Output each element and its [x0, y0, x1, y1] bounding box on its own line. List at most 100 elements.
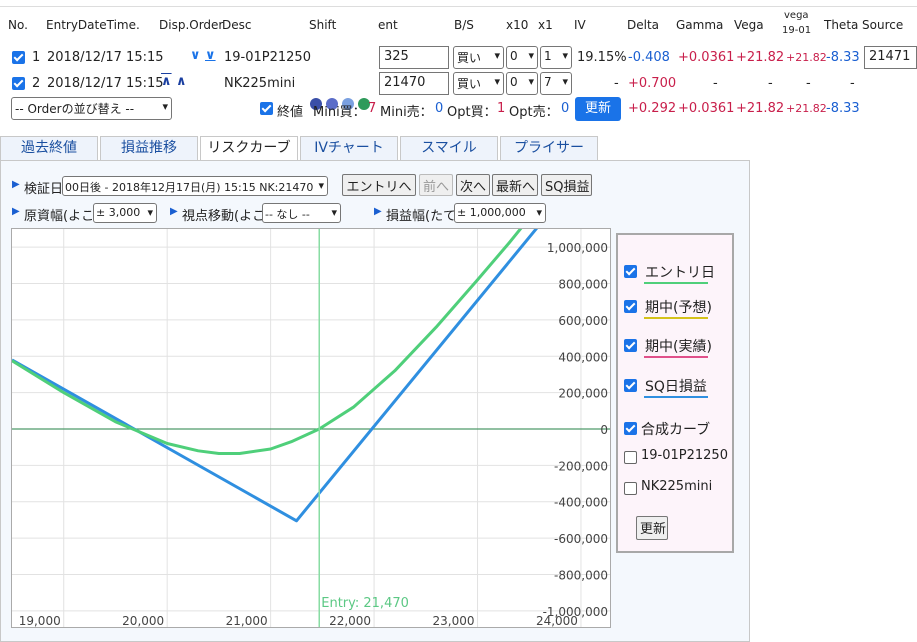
x-tick-label: 19,000: [19, 614, 61, 628]
row-vega: +21.82: [736, 50, 785, 65]
header-iv: IV: [574, 18, 586, 32]
series-line-0: [12, 229, 538, 523]
mini-sell-count: 0: [435, 101, 444, 116]
legend-color-underline: [644, 317, 708, 319]
legend-update-button[interactable]: 更新: [636, 516, 668, 540]
play-icon: ▶: [374, 206, 382, 217]
legend-checkbox[interactable]: [624, 300, 637, 313]
y-tick-label: 200,000: [558, 387, 608, 401]
header-source: Source: [862, 18, 904, 32]
tab-smile[interactable]: スマイル: [400, 136, 498, 160]
header-x1: x1: [538, 18, 553, 32]
legend-color-underline: [644, 356, 708, 358]
latest-button[interactable]: 最新へ: [492, 174, 538, 196]
legend-checkbox[interactable]: [624, 339, 637, 352]
header-gamma: Gamma: [676, 18, 724, 32]
y-tick-label: 0: [600, 423, 608, 437]
tab-risk-curve[interactable]: リスクカーブ: [200, 136, 298, 161]
row-delta: -0.408: [628, 50, 670, 65]
legend-checkbox[interactable]: [624, 451, 637, 464]
row-vega: -: [768, 76, 773, 91]
close-price-checkbox[interactable]: [260, 102, 273, 115]
sum-vega: +21.82: [736, 101, 785, 116]
y-tick-label: 600,000: [558, 314, 608, 328]
move-up-icon[interactable]: ∧: [176, 74, 187, 89]
y-tick-label: -800,000: [554, 568, 608, 582]
row-theta: -: [850, 76, 855, 91]
pl-range-select[interactable]: ± 1,000,000: [454, 203, 546, 223]
row-gamma: +0.0361: [678, 50, 735, 65]
header-divider: [0, 6, 917, 7]
view-shift-select[interactable]: -- なし --: [262, 203, 341, 223]
bs-select[interactable]: 買い: [453, 72, 504, 95]
x1-select[interactable]: 7: [540, 72, 572, 95]
legend-label: SQ日損益: [645, 379, 707, 395]
tab-pl-trend[interactable]: 損益推移: [100, 136, 198, 160]
row-datetime: 2018/12/17 15:15: [47, 50, 164, 65]
tab-past-close[interactable]: 過去終値: [0, 136, 98, 160]
sum-vega2: +21.82: [786, 102, 827, 115]
header-shift: Shift: [309, 18, 337, 32]
ent-input[interactable]: 325: [379, 46, 449, 69]
underlying-range-select[interactable]: ± 3,000: [93, 203, 157, 223]
row-delta: +0.700: [628, 76, 677, 91]
legend-checkbox[interactable]: [624, 482, 637, 495]
header-bs: B/S: [454, 18, 474, 32]
move-bottom-icon[interactable]: ∨: [205, 48, 216, 63]
legend-checkbox[interactable]: [624, 422, 637, 435]
entry-label: Entry: 21,470: [321, 596, 409, 611]
risk-curve-chart[interactable]: 1,000,000 800,000 600,000 400,000 200,000 0 -2…: [11, 228, 611, 628]
play-icon: ▶: [12, 179, 20, 190]
opt-sell-count: 0: [561, 101, 570, 116]
table-row: 2 2018/12/17 15:15 ∧ ∧ NK225mini 21470 買…: [0, 71, 917, 97]
prev-button[interactable]: 前へ: [419, 174, 453, 196]
row-checkbox[interactable]: [12, 51, 25, 64]
order-sort-select[interactable]: -- Orderの並び替え --: [11, 97, 172, 120]
next-button[interactable]: 次へ: [456, 174, 490, 196]
verify-date-select[interactable]: 00日後 - 2018年12月17日(月) 15:15 NK:21470: [62, 176, 328, 196]
row-iv: -: [614, 76, 619, 91]
entry-button[interactable]: エントリへ: [342, 174, 416, 196]
x10-select[interactable]: 0: [506, 46, 538, 69]
legend-label: 期中(実績): [645, 339, 712, 355]
tab-pricer[interactable]: プライサー: [500, 136, 598, 160]
ent-input[interactable]: 21470: [379, 72, 449, 95]
row-iv: 19.15%: [577, 50, 627, 65]
x-tick-label: 24,000: [536, 614, 578, 628]
row-checkbox[interactable]: [12, 77, 25, 90]
row-theta: -8.33: [826, 50, 860, 65]
x-tick-label: 23,000: [433, 614, 475, 628]
row-gamma: -: [713, 76, 718, 91]
sq-pl-button[interactable]: SQ損益: [541, 174, 592, 196]
verify-date-label: 検証日: [24, 182, 64, 197]
x-tick-label: 20,000: [122, 614, 164, 628]
x-tick-label: 21,000: [226, 614, 268, 628]
move-top-icon[interactable]: ∧: [161, 74, 172, 89]
legend-label: エントリ日: [645, 265, 715, 281]
header-vega2-top: vega: [784, 10, 809, 21]
mini-buy-count: 7: [368, 101, 377, 116]
header-disp-order: Disp.Order: [159, 18, 224, 32]
sum-delta: +0.292: [628, 101, 677, 116]
play-icon: ▶: [170, 206, 178, 217]
legend-label: 19-01P21250: [641, 448, 728, 463]
row-datetime: 2018/12/17 15:15: [47, 76, 164, 91]
source-input[interactable]: 21471: [864, 46, 917, 69]
y-tick-label: -600,000: [554, 532, 608, 546]
x1-select[interactable]: 1: [540, 46, 572, 69]
move-down-icon[interactable]: ∨: [190, 48, 201, 63]
header-entry-datetime: EntryDateTime.: [46, 18, 140, 32]
tab-iv-chart[interactable]: IVチャート: [300, 136, 398, 160]
legend-label: 合成カーブ: [641, 422, 711, 438]
x10-select[interactable]: 0: [506, 72, 538, 95]
opt-sell-label: Opt売：: [509, 105, 559, 120]
row-no: 2: [32, 76, 41, 91]
row-vega2: -: [806, 76, 811, 91]
legend-checkbox[interactable]: [624, 379, 637, 392]
bs-select[interactable]: 買い: [453, 46, 504, 69]
header-vega2-bottom: 19-01: [782, 25, 812, 36]
underlying-range-label: 原資幅(よこ): [24, 209, 100, 224]
legend-color-underline: [644, 396, 708, 398]
update-button[interactable]: 更新: [575, 97, 621, 121]
legend-checkbox[interactable]: [624, 265, 637, 278]
